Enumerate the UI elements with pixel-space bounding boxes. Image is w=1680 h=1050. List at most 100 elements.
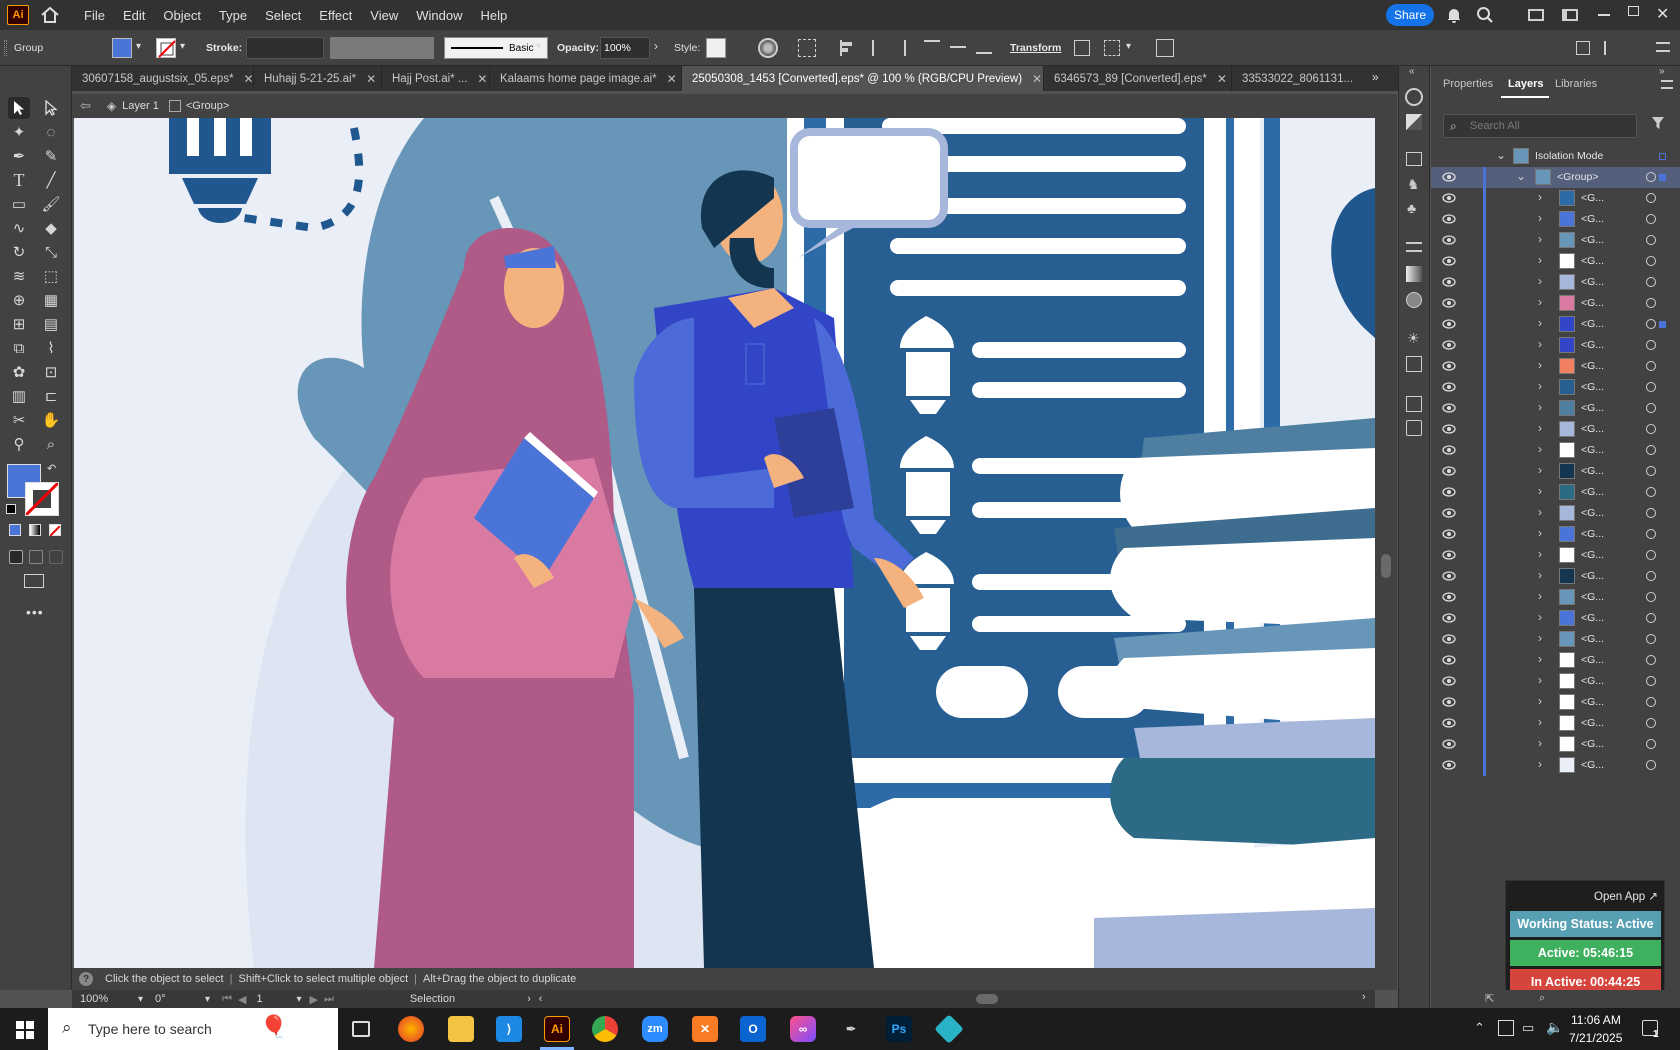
open-app-link[interactable]: Open App ↗ — [1594, 889, 1658, 903]
rectangle-tool-icon[interactable]: ▭ — [8, 193, 30, 215]
sublayer-row[interactable]: › <G... — [1431, 314, 1680, 335]
app-icon[interactable] — [934, 1014, 964, 1044]
draw-inside-icon[interactable] — [49, 550, 63, 564]
sublayer-row[interactable]: › <G... — [1431, 587, 1680, 608]
gradient-tool-icon[interactable]: ▤ — [40, 313, 62, 335]
gradient-mode-icon[interactable] — [29, 524, 41, 536]
chevron-down-icon[interactable]: ▾ — [1126, 41, 1131, 52]
target-icon[interactable] — [1646, 592, 1656, 602]
chevron-right-icon[interactable]: › — [1362, 991, 1366, 1003]
eye-icon[interactable] — [1442, 213, 1456, 225]
swap-colors-icon[interactable]: ↶ — [47, 462, 56, 475]
symbols-icon[interactable]: ♣ — [1407, 200, 1416, 216]
eye-icon[interactable] — [1442, 465, 1456, 477]
chevron-right-icon[interactable]: › — [1538, 400, 1542, 414]
breadcrumb-group[interactable]: <Group> — [186, 100, 229, 112]
menu-help[interactable]: Help — [471, 8, 516, 23]
bell-icon[interactable] — [1446, 6, 1462, 24]
direct-selection-tool-icon[interactable] — [40, 97, 62, 119]
chevron-right-icon[interactable]: › — [1538, 568, 1542, 582]
zoom-tool-icon[interactable]: ⌕ — [40, 433, 62, 455]
variable-width-dropdown[interactable] — [330, 37, 434, 59]
chevron-left-icon[interactable]: ‹ — [539, 993, 543, 1005]
graph-tool-icon[interactable]: ▥ — [8, 385, 30, 407]
magic-wand-tool-icon[interactable]: ✦ — [8, 121, 30, 143]
sublayer-row[interactable]: › <G... — [1431, 377, 1680, 398]
close-icon[interactable]: ✕ — [244, 72, 253, 86]
zoom-level-input[interactable]: 100% — [80, 993, 128, 1005]
sublayer-row[interactable]: › <G... — [1431, 272, 1680, 293]
curvature-tool-icon[interactable]: ✎ — [40, 145, 62, 167]
taskbar-time[interactable]: 11:06 AM — [1571, 1013, 1621, 1027]
chevron-down-icon[interactable]: ▾ — [536, 41, 541, 52]
transform-icon[interactable] — [1074, 40, 1090, 56]
chevron-right-icon[interactable]: › — [1538, 736, 1542, 750]
eye-icon[interactable] — [1442, 192, 1456, 204]
eye-icon[interactable] — [1442, 591, 1456, 603]
graphic-style-swatch[interactable] — [706, 38, 726, 58]
close-icon[interactable]: ✕ — [366, 72, 376, 86]
menu-object[interactable]: Object — [154, 8, 210, 23]
taskbar-search-box[interactable]: ⌕ Type here to search 🎈 — [48, 1008, 338, 1050]
eraser-tool-icon[interactable]: ◆ — [40, 217, 62, 239]
isolation-mode-row[interactable]: ⌄ Isolation Mode — [1431, 146, 1680, 167]
stroke-panel-icon[interactable] — [1406, 242, 1422, 252]
isolate-icon[interactable] — [1156, 39, 1174, 57]
panel-menu-icon[interactable] — [1661, 80, 1673, 89]
chevron-right-icon[interactable]: › — [1538, 673, 1542, 687]
sublayer-row[interactable]: › <G... — [1431, 356, 1680, 377]
search-icon[interactable] — [1476, 6, 1494, 24]
perspective-grid-tool-icon[interactable]: ▦ — [40, 289, 62, 311]
menu-type[interactable]: Type — [210, 8, 256, 23]
chevron-right-icon[interactable]: › — [1538, 274, 1542, 288]
chevron-right-icon[interactable]: › — [1538, 484, 1542, 498]
eye-icon[interactable] — [1442, 738, 1456, 750]
align-top-icon[interactable] — [924, 40, 940, 54]
tab-document-6[interactable]: 6346573_89 [Converted].eps* ✕ — [1044, 66, 1232, 91]
brightness-icon[interactable]: ☀ — [1407, 330, 1420, 347]
menu-window[interactable]: Window — [407, 8, 471, 23]
transform-button[interactable]: Transform — [1010, 42, 1061, 54]
chevron-right-icon[interactable]: › — [1538, 757, 1542, 771]
home-icon[interactable] — [37, 5, 63, 25]
stroke-swatch[interactable] — [156, 38, 176, 58]
minimize-button[interactable] — [1598, 14, 1610, 16]
sublayer-row[interactable]: › <G... — [1431, 209, 1680, 230]
target-icon[interactable] — [1646, 193, 1656, 203]
chrome-icon[interactable] — [592, 1016, 618, 1042]
align-middle-icon[interactable] — [950, 46, 966, 48]
chevron-right-icon[interactable]: › — [527, 993, 531, 1005]
type-tool-icon[interactable]: T — [8, 169, 30, 191]
sublayer-row[interactable]: › <G... — [1431, 545, 1680, 566]
align-right-icon[interactable] — [892, 40, 906, 56]
target-icon[interactable] — [1646, 529, 1656, 539]
eye-icon[interactable] — [1442, 297, 1456, 309]
illustrator-icon[interactable]: Ai — [544, 1016, 570, 1042]
chevron-right-icon[interactable]: › — [654, 39, 658, 53]
chevron-right-icon[interactable]: › — [1538, 694, 1542, 708]
puppet-warp-tool-icon[interactable]: ⚲ — [8, 433, 30, 455]
sublayer-row[interactable]: › <G... — [1431, 650, 1680, 671]
sublayer-row[interactable]: › <G... — [1431, 713, 1680, 734]
recolor-artwork-icon[interactable] — [758, 38, 778, 58]
eye-icon[interactable] — [1442, 507, 1456, 519]
align-to-icon[interactable] — [798, 39, 816, 57]
eye-icon[interactable] — [1442, 171, 1456, 183]
eye-icon[interactable] — [1442, 276, 1456, 288]
gradient-panel-icon[interactable] — [1406, 266, 1422, 282]
horizontal-scroll-thumb[interactable] — [976, 994, 998, 1004]
sublayer-row[interactable]: › <G... — [1431, 419, 1680, 440]
chevron-right-icon[interactable]: › — [1538, 631, 1542, 645]
artboards-icon[interactable] — [1406, 420, 1422, 436]
artboard-tool-icon[interactable]: ⊏ — [40, 385, 62, 407]
chevron-right-icon[interactable]: › — [1538, 421, 1542, 435]
arrange-icon[interactable] — [1576, 41, 1590, 55]
free-transform-tool-icon[interactable]: ⬚ — [40, 265, 62, 287]
zoom-icon[interactable]: zm — [642, 1016, 668, 1042]
sublayer-row[interactable]: › <G... — [1431, 230, 1680, 251]
puppet-warp-icon[interactable] — [1104, 40, 1120, 56]
shaper-tool-icon[interactable]: ∿ — [8, 217, 30, 239]
target-icon[interactable] — [1646, 655, 1656, 665]
collect-export-icon[interactable]: ⇱ — [1485, 992, 1494, 1005]
target-icon[interactable] — [1646, 508, 1656, 518]
